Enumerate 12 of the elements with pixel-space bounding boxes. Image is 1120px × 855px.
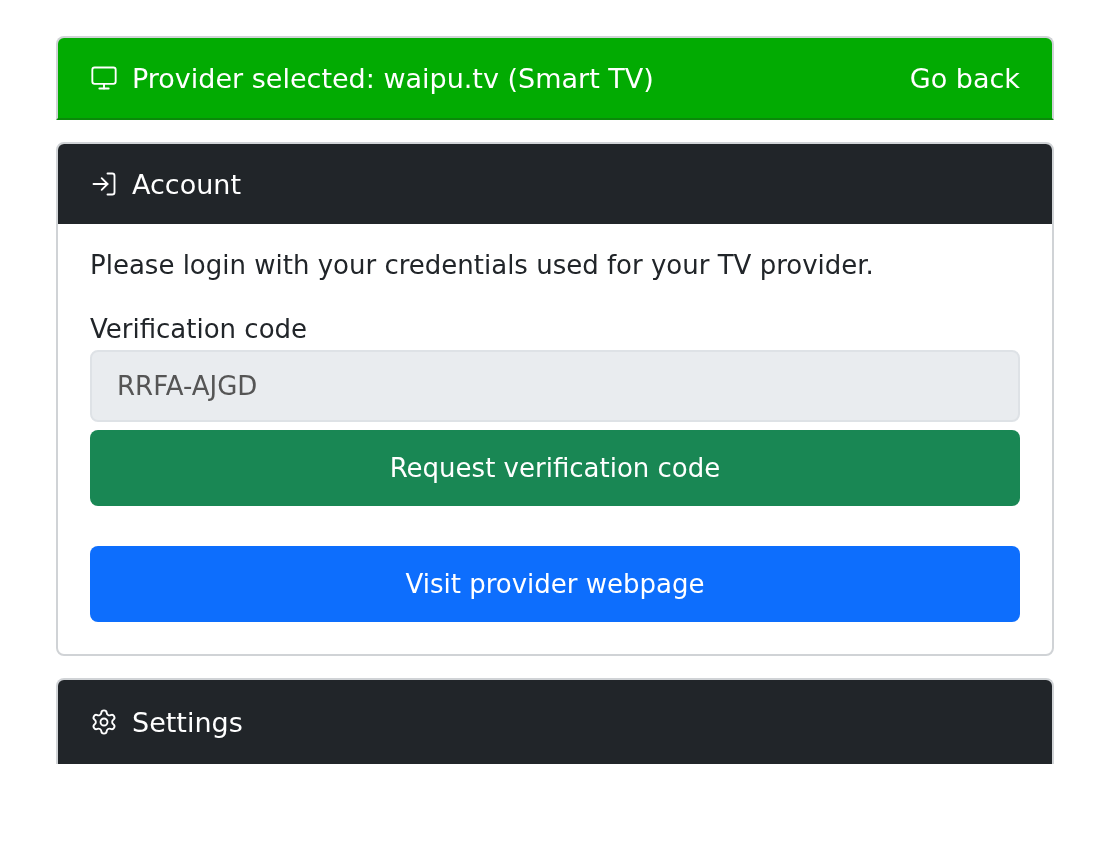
- account-title: Account: [132, 168, 241, 200]
- provider-title: Provider selected: waipu.tv (Smart TV): [132, 62, 655, 94]
- field-label: Verification code: [90, 314, 309, 344]
- settings-title: Settings: [132, 706, 243, 738]
- request-code-button[interactable]: Request verification code: [90, 430, 1020, 506]
- settings-icon: [90, 708, 118, 736]
- intro-text: Please login with your credentials used for your TV provider.: [90, 250, 875, 280]
- settings-header[interactable]: Settings: [56, 678, 1054, 764]
- visit-webpage-button[interactable]: Visit provider webpage: [90, 546, 1020, 622]
- monitor-icon: [90, 64, 118, 92]
- login-icon: [90, 170, 118, 198]
- go-back-link[interactable]: Go back: [909, 62, 1020, 94]
